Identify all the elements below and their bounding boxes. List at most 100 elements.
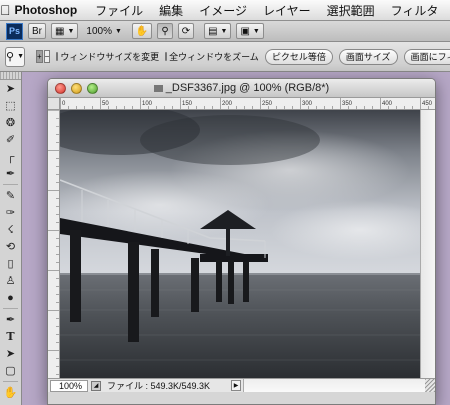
chevron-down-icon: ▼ — [252, 27, 260, 35]
window-resize-grip[interactable] — [425, 379, 435, 392]
apple-menu-icon[interactable]:  — [0, 2, 11, 18]
crop-tool-icon[interactable]: ┌ — [0, 148, 21, 165]
tools-separator — [3, 308, 18, 309]
fill-screen-button[interactable]: 画面にフィット — [403, 48, 450, 65]
launch-bridge-button[interactable]: Br — [28, 23, 46, 39]
chevron-down-icon: ▼ — [17, 53, 24, 60]
ruler-label: 300 — [302, 101, 313, 107]
menu-image[interactable]: イメージ — [191, 2, 255, 19]
close-window-button[interactable] — [55, 82, 66, 94]
tools-separator — [3, 381, 18, 382]
menu-edit[interactable]: 編集 — [151, 2, 191, 19]
dodge-tool-icon[interactable]: ● — [0, 289, 21, 306]
menu-layer[interactable]: レイヤー — [255, 2, 319, 19]
document-title-text: _DSF3367.jpg @ 100% (RGB/8*) — [165, 82, 330, 94]
hand-tool-icon[interactable]: ✋ — [0, 384, 21, 401]
menu-file[interactable]: ファイル — [87, 2, 151, 19]
tools-separator — [3, 184, 18, 185]
photoshop-logo: Ps — [6, 22, 23, 40]
clone-stamp-tool-icon[interactable]: ☇ — [0, 221, 21, 238]
resize-windows-checkbox[interactable] — [56, 52, 59, 61]
grid-icon: ▦ — [55, 25, 65, 37]
zoom-tool-button[interactable]: ⚲ — [157, 23, 173, 39]
zoom-all-windows-label: 全ウィンドウをズーム — [169, 52, 259, 62]
zoom-all-windows-checkbox[interactable] — [165, 52, 168, 61]
mac-menubar:  Photoshop ファイル 編集 イメージ レイヤー 選択範囲 フィルタ … — [0, 0, 450, 21]
menu-app-photoshop[interactable]: Photoshop — [11, 3, 88, 17]
file-proxy-icon — [153, 84, 163, 92]
resize-windows-label: ウィンドウサイズを変更 — [60, 52, 160, 62]
shape-tool-icon[interactable]: ▢ — [0, 362, 21, 379]
chevron-down-icon: ▼ — [67, 27, 75, 35]
ruler-label: 250 — [262, 101, 273, 107]
ruler-label: 50 — [102, 101, 109, 107]
zoom-out-button[interactable]: − — [43, 50, 51, 63]
zoom-in-icon: + — [37, 52, 42, 61]
screen-mode-icon: ▣ — [240, 25, 250, 37]
menu-analysis[interactable]: 解析 — [446, 2, 450, 19]
ruler-origin[interactable] — [48, 98, 60, 110]
vertical-ruler[interactable] — [48, 110, 60, 378]
menu-select[interactable]: 選択範囲 — [319, 2, 383, 19]
rotate-icon: ⟳ — [181, 25, 191, 37]
tool-preset-picker[interactable]: ⚲ ▼ — [5, 46, 25, 67]
lasso-tool-icon[interactable]: ❂ — [0, 114, 21, 131]
bridge-icon: Br — [32, 25, 42, 37]
path-select-tool-icon[interactable]: ➤ — [0, 345, 21, 362]
magnifier-icon: ⚲ — [161, 25, 169, 37]
ruler-label: 400 — [382, 101, 393, 107]
actual-pixels-button[interactable]: ピクセル等倍 — [264, 48, 333, 65]
tools-panel: ➤ ⬚ ❂ ✐ ┌ ✒ ✎ ✑ ☇ ⟲ ▯ ♙ ● ✒ T ➤ ▢ ✋ — [0, 72, 22, 405]
marquee-tool-icon[interactable]: ⬚ — [0, 97, 21, 114]
healing-brush-tool-icon[interactable]: ✎ — [0, 187, 21, 204]
arrange-documents-button[interactable]: ▤ ▼ — [204, 23, 232, 39]
document-titlebar[interactable]: _DSF3367.jpg @ 100% (RGB/8*) — [48, 79, 435, 98]
minimize-window-button[interactable] — [71, 82, 82, 94]
ruler-label: 200 — [222, 101, 233, 107]
photo-pier-at-sea — [60, 110, 420, 378]
application-bar: Ps Br ▦ ▼ 100% ▼ ✋ ⚲ ⟳ ▤ ▼ ▣ ▼ — [0, 21, 450, 42]
horizontal-ruler[interactable]: 0 50 100 150 200 250 300 350 400 450 — [60, 98, 436, 110]
zoom-level-value: 100% — [86, 25, 112, 37]
ruler-label: 100 — [142, 101, 153, 107]
zoom-window-button[interactable] — [87, 82, 98, 94]
document-window: _DSF3367.jpg @ 100% (RGB/8*) 0 50 100 150 20… — [47, 78, 436, 405]
rotate-view-button[interactable]: ⟳ — [177, 23, 195, 39]
paint-bucket-tool-icon[interactable]: ♙ — [0, 272, 21, 289]
quick-select-tool-icon[interactable]: ✐ — [0, 131, 21, 148]
status-zoom-field[interactable]: 100% — [50, 379, 88, 392]
horizontal-scrollbar[interactable] — [243, 379, 425, 392]
zoom-out-icon: − — [44, 52, 50, 61]
hand-tool-button[interactable]: ✋ — [131, 23, 153, 39]
eraser-tool-icon[interactable]: ▯ — [0, 255, 21, 272]
ruler-label: 450 — [422, 101, 433, 107]
status-menu-arrow-icon[interactable]: ▶ — [231, 380, 241, 391]
zoom-in-button[interactable]: + — [36, 50, 43, 63]
eyedropper-tool-icon[interactable]: ✒ — [0, 165, 21, 182]
document-status-bar: 100% ◢ ファイル : 549.3K/549.3K ▶ — [48, 378, 435, 392]
fit-screen-button[interactable]: 画面サイズ — [338, 48, 398, 65]
magnifier-icon: ⚲ — [6, 51, 15, 63]
tools-panel-grip[interactable] — [0, 72, 21, 80]
tool-options-bar: ⚲ ▼ + − ウィンドウサイズを変更 全ウィンドウをズーム ピクセル等倍 画面サ… — [0, 42, 450, 72]
brush-tool-icon[interactable]: ✑ — [0, 204, 21, 221]
type-tool-icon[interactable]: T — [0, 328, 21, 345]
chevron-down-icon: ▼ — [114, 27, 122, 35]
screen-mode-button[interactable]: ▣ ▼ — [236, 23, 264, 39]
ruler-label: 0 — [62, 101, 66, 107]
image-canvas[interactable] — [60, 110, 420, 378]
view-extras-button[interactable]: ▦ ▼ — [51, 23, 79, 39]
arrange-icon: ▤ — [208, 25, 218, 37]
status-info-icon[interactable]: ◢ — [91, 380, 101, 391]
document-title: _DSF3367.jpg @ 100% (RGB/8*) — [48, 82, 435, 94]
zoom-level-dropdown[interactable]: 100% ▼ — [86, 26, 122, 37]
history-brush-tool-icon[interactable]: ⟲ — [0, 238, 21, 255]
menu-filter[interactable]: フィルタ — [383, 2, 447, 19]
move-tool-icon[interactable]: ➤ — [0, 80, 21, 97]
ruler-label: 350 — [342, 101, 353, 107]
chevron-down-icon: ▼ — [220, 27, 228, 35]
status-file-info: ファイル : 549.3K/549.3K — [107, 381, 211, 391]
hand-icon: ✋ — [135, 25, 149, 37]
pen-tool-icon[interactable]: ✒ — [0, 311, 21, 328]
vertical-scrollbar[interactable] — [420, 110, 435, 378]
